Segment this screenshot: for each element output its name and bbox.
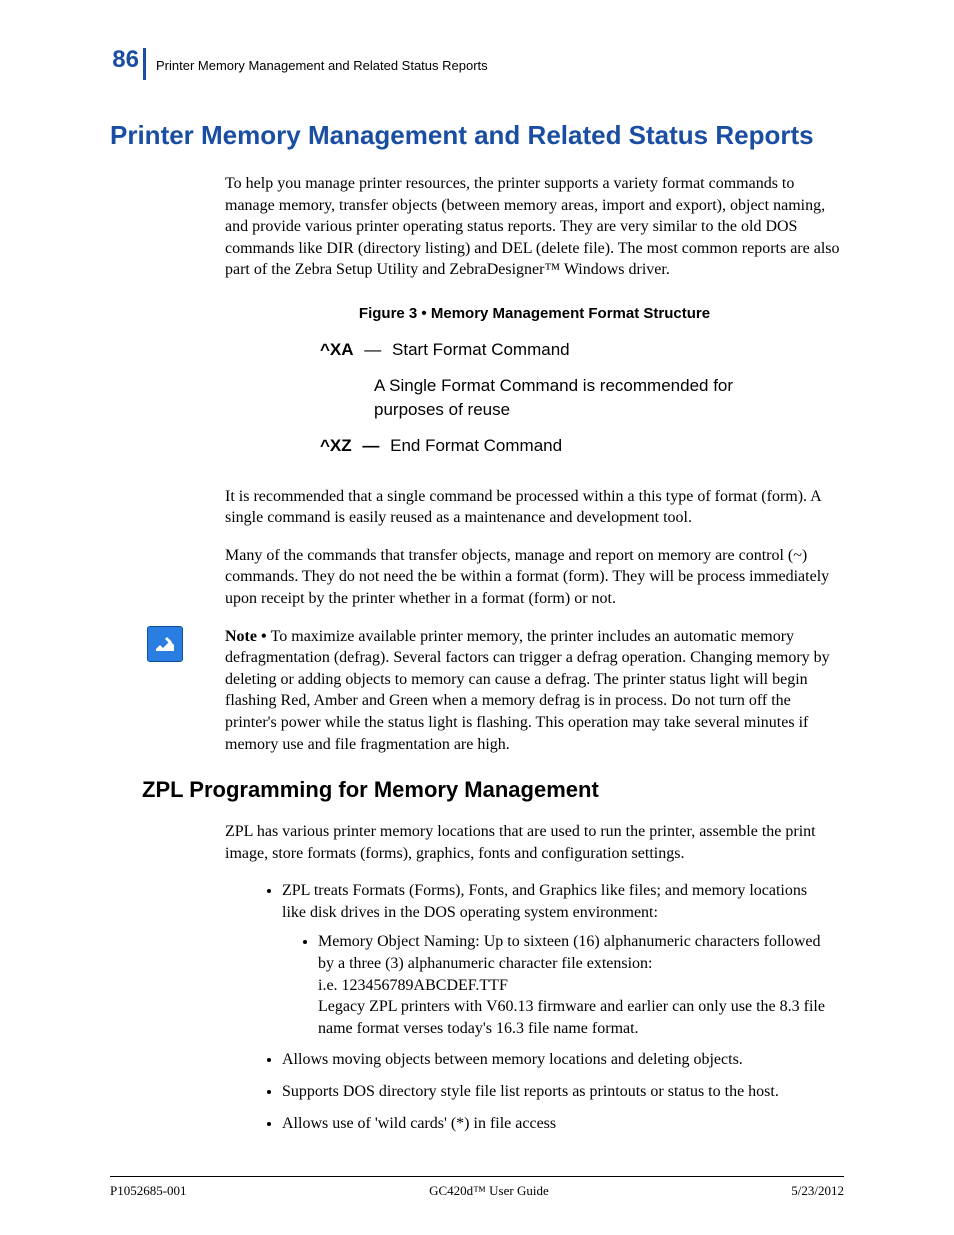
document-page: 86 Printer Memory Management and Related…: [0, 0, 954, 1235]
list-item: Supports DOS directory style file list r…: [282, 1081, 844, 1103]
figure-sep: —: [364, 340, 381, 359]
running-head: Printer Memory Management and Related St…: [146, 48, 488, 73]
bullet-list: ZPL treats Formats (Forms), Fonts, and G…: [282, 880, 844, 1134]
list-item: Memory Object Naming: Up to sixteen (16)…: [318, 931, 834, 1039]
page-number: 86: [110, 48, 146, 80]
figure-row-end: ^XZ — End Format Command: [320, 436, 844, 456]
bullet-1a-line3: Legacy ZPL printers with V60.13 firmware…: [318, 998, 825, 1037]
figure-row-start: ^XA — Start Format Command: [320, 340, 844, 360]
subsection-body: ZPL has various printer memory locations…: [225, 821, 844, 864]
bullet-1: ZPL treats Formats (Forms), Fonts, and G…: [282, 882, 807, 921]
note-icon: [147, 626, 183, 662]
note-paragraph: Note • To maximize available printer mem…: [225, 626, 844, 756]
figure-caption: Figure 3 • Memory Management Format Stru…: [225, 305, 844, 322]
figure-cmd-xz: ^XZ: [320, 436, 352, 455]
paragraph-3: Many of the commands that transfer objec…: [225, 545, 844, 610]
page-header: 86 Printer Memory Management and Related…: [110, 48, 844, 80]
intro-section: To help you manage printer resources, th…: [225, 173, 844, 610]
section-subhead: ZPL Programming for Memory Management: [142, 777, 844, 803]
figure-block: ^XA — Start Format Command A Single Form…: [320, 340, 844, 456]
footer-center: GC420d™ User Guide: [429, 1183, 549, 1199]
note-text: To maximize available printer memory, th…: [225, 628, 830, 753]
paragraph-4: ZPL has various printer memory locations…: [225, 821, 844, 864]
footer-right: 5/23/2012: [791, 1183, 844, 1199]
note-block: Note • To maximize available printer mem…: [225, 626, 844, 756]
figure-indent-text: A Single Format Command is recommended f…: [374, 374, 774, 422]
intro-paragraph: To help you manage printer resources, th…: [225, 173, 844, 281]
page-title: Printer Memory Management and Related St…: [110, 120, 844, 151]
list-item: Allows moving objects between memory loc…: [282, 1049, 844, 1071]
paragraph-2: It is recommended that a single command …: [225, 486, 844, 529]
footer-left: P1052685-001: [110, 1183, 187, 1199]
bullet-1a-line2: i.e. 123456789ABCDEF.TTF: [318, 977, 508, 994]
note-label: Note •: [225, 628, 271, 645]
nested-list: Memory Object Naming: Up to sixteen (16)…: [318, 931, 834, 1039]
list-item: ZPL treats Formats (Forms), Fonts, and G…: [282, 880, 844, 1039]
page-footer: P1052685-001 GC420d™ User Guide 5/23/201…: [110, 1176, 844, 1199]
list-item: Allows use of 'wild cards' (*) in file a…: [282, 1113, 844, 1135]
figure-sep: —: [362, 436, 379, 455]
figure-text-end: End Format Command: [390, 436, 562, 455]
figure-text-start: Start Format Command: [392, 340, 570, 359]
bullet-1a-line1: Memory Object Naming: Up to sixteen (16)…: [318, 933, 821, 972]
figure-cmd-xa: ^XA: [320, 340, 354, 359]
